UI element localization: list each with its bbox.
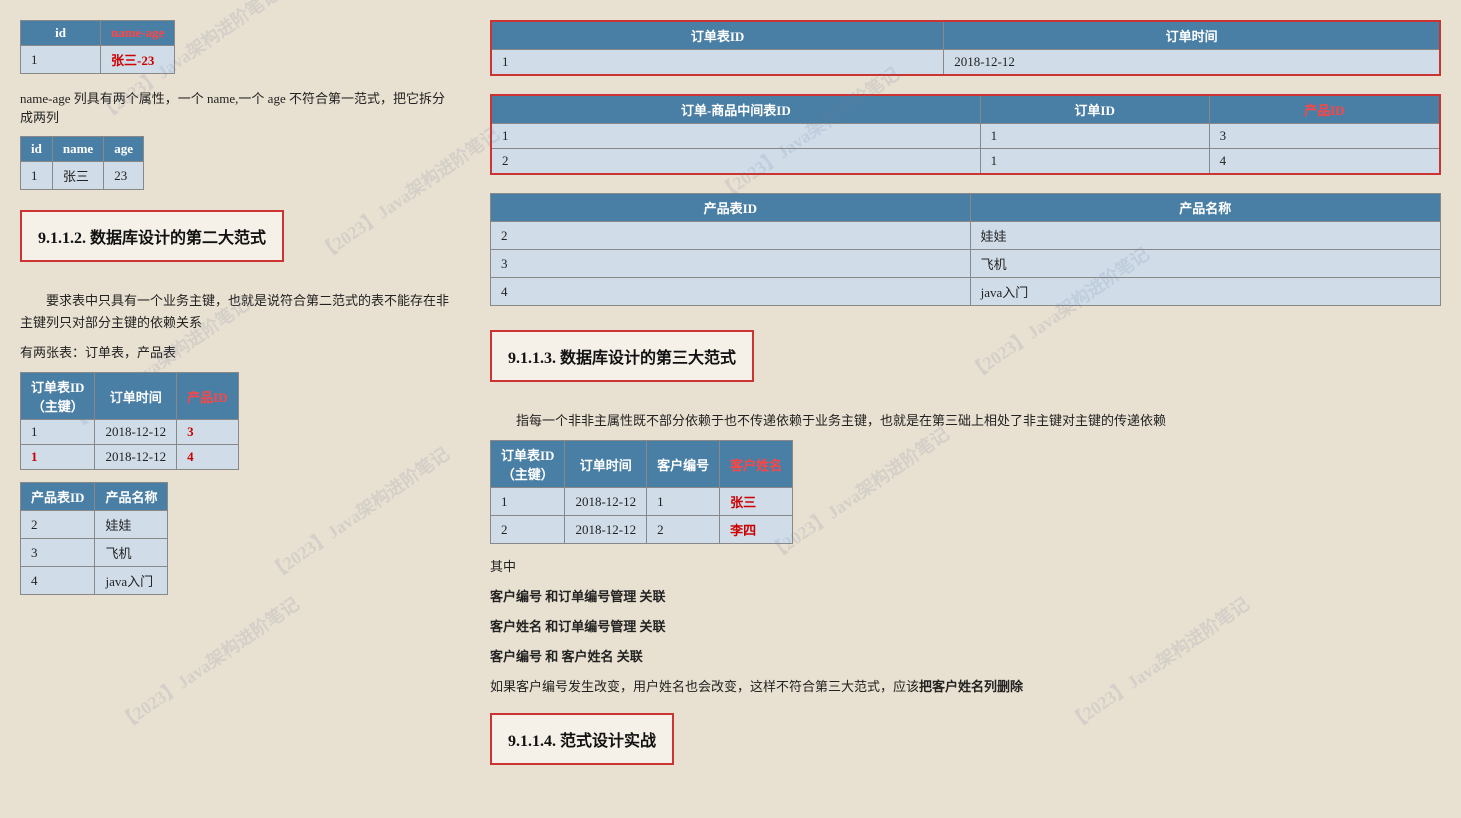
- right-mid-row1-pid: 3: [1209, 124, 1440, 149]
- section2-title: 9.1.1.2. 数据库设计的第二大范式: [38, 230, 266, 247]
- right-order-row1-time: 2018-12-12: [944, 50, 1440, 76]
- section4-title: 9.1.1.4. 范式设计实战: [508, 733, 656, 750]
- left-order-row2-id: 1: [21, 445, 95, 470]
- relations-label: 其中: [490, 556, 1441, 578]
- section4-box: 9.1.1.4. 范式设计实战: [490, 713, 1441, 779]
- left-column: id name-age 1 张三-23 name-age 列具有两个属性，一个 …: [20, 20, 450, 779]
- left-product-id-header: 产品表ID: [21, 483, 95, 511]
- tn-time-header: 订单时间: [565, 441, 647, 488]
- tn-row1-cname: 张三: [720, 488, 793, 516]
- table-cell-name-age: 张三-23: [101, 46, 175, 74]
- right-mid-pid-header: 产品ID: [1209, 95, 1440, 124]
- left-order-id-header: 订单表ID（主键）: [21, 373, 95, 420]
- cell-id2: 1: [21, 162, 53, 190]
- table-cell-id: 1: [21, 46, 101, 74]
- relation3: 客户编号 和 客户姓名 关联: [490, 646, 1441, 668]
- tn-cname-header: 客户姓名: [720, 441, 793, 488]
- right-mid-row1-oid: 1: [980, 124, 1209, 149]
- left-product-row1-name: 娃娃: [95, 511, 168, 539]
- right-mid-row2-mid: 2: [491, 149, 980, 175]
- right-product-row1-name: 娃娃: [970, 222, 1440, 250]
- section2-title-box: 9.1.1.2. 数据库设计的第二大范式: [20, 210, 284, 262]
- third-normal-table: 订单表ID（主键） 订单时间 客户编号 客户姓名 1 2018-12-12 1 …: [490, 440, 793, 544]
- left-order-row2-time: 2018-12-12: [95, 445, 177, 470]
- right-product-name-header: 产品名称: [970, 194, 1440, 222]
- section3-title: 9.1.1.3. 数据库设计的第三大范式: [508, 350, 736, 367]
- relations-container: 其中 客户编号 和订单编号管理 关联 客户姓名 和订单编号管理 关联 客户编号 …: [490, 556, 1441, 668]
- right-product-row3-name: java入门: [970, 278, 1440, 306]
- col-name-age-header: name-age: [101, 21, 175, 46]
- right-product-id-header: 产品表ID: [491, 194, 971, 222]
- section2-box: 9.1.1.2. 数据库设计的第二大范式: [20, 210, 450, 276]
- first-table: id name-age 1 张三-23: [20, 20, 175, 74]
- left-product-row3-id: 4: [21, 567, 95, 595]
- tn-row2-time: 2018-12-12: [565, 516, 647, 544]
- section4-title-box: 9.1.1.4. 范式设计实战: [490, 713, 674, 765]
- cell-age: 23: [104, 162, 144, 190]
- right-mid-row1-mid: 1: [491, 124, 980, 149]
- right-mid-oid-header: 订单ID: [980, 95, 1209, 124]
- col-name-header: name: [52, 137, 103, 162]
- col-age-header: age: [104, 137, 144, 162]
- left-product-row2-name: 飞机: [95, 539, 168, 567]
- right-order-time-header: 订单时间: [944, 21, 1440, 50]
- right-mid-id-header: 订单-商品中间表ID: [491, 95, 980, 124]
- left-order-row1-time: 2018-12-12: [95, 420, 177, 445]
- right-top-tables: 订单表ID 订单时间 1 2018-12-12 订单-商品中间表ID 订单I: [490, 20, 1441, 316]
- right-order-row1-id: 1: [491, 50, 944, 76]
- left-product-table-container: 产品表ID 产品名称 2 娃娃 3 飞机 4 java入门: [20, 482, 450, 595]
- right-product-row2-id: 3: [491, 250, 971, 278]
- left-order-row1-pid: 3: [177, 420, 238, 445]
- right-product-table: 产品表ID 产品名称 2 娃娃 3 飞机 4 java入门: [490, 193, 1441, 306]
- left-order-row1-id: 1: [21, 420, 95, 445]
- tn-row2-cno: 2: [647, 516, 720, 544]
- section2-desc2: 有两张表：订单表，产品表: [20, 342, 450, 364]
- right-mid-row2-pid: 4: [1209, 149, 1440, 175]
- tn-row1-time: 2018-12-12: [565, 488, 647, 516]
- right-product-row2-name: 飞机: [970, 250, 1440, 278]
- tn-row2-cname: 李四: [720, 516, 793, 544]
- tn-row1-cno: 1: [647, 488, 720, 516]
- relation2: 客户姓名 和订单编号管理 关联: [490, 616, 1441, 638]
- relation1: 客户编号 和订单编号管理 关联: [490, 586, 1441, 608]
- tn-id-header: 订单表ID（主键）: [491, 441, 565, 488]
- right-product-row1-id: 2: [491, 222, 971, 250]
- second-table-container: id name age 1 张三 23: [20, 136, 450, 190]
- left-product-row3-name: java入门: [95, 567, 168, 595]
- page-layout: id name-age 1 张三-23 name-age 列具有两个属性，一个 …: [20, 20, 1441, 779]
- left-order-time-header: 订单时间: [95, 373, 177, 420]
- section3-box: 9.1.1.3. 数据库设计的第三大范式: [490, 330, 1441, 396]
- first-table-container: id name-age 1 张三-23: [20, 20, 450, 74]
- right-product-row3-id: 4: [491, 278, 971, 306]
- left-product-name-header: 产品名称: [95, 483, 168, 511]
- left-order-table-container: 订单表ID（主键） 订单时间 产品ID 1 2018-12-12 3 1 201…: [20, 372, 450, 470]
- third-normal-table-container: 订单表ID（主键） 订单时间 客户编号 客户姓名 1 2018-12-12 1 …: [490, 440, 1441, 544]
- tn-row1-id: 1: [491, 488, 565, 516]
- tn-cno-header: 客户编号: [647, 441, 720, 488]
- tn-row2-id: 2: [491, 516, 565, 544]
- col-id2-header: id: [21, 137, 53, 162]
- left-order-row2-pid: 4: [177, 445, 238, 470]
- first-annotation: name-age 列具有两个属性，一个 name,一个 age 不符合第一范式，…: [20, 88, 450, 126]
- cell-name: 张三: [52, 162, 103, 190]
- section3-note: 如果客户编号发生改变，用户姓名也会改变，这样不符合第三大范式，应该把客户姓名列删…: [490, 676, 1441, 698]
- section3-desc: 指每一个非非主属性既不部分依赖于也不传递依赖于业务主键，也就是在第三础上相处了非…: [490, 410, 1441, 432]
- left-product-row1-id: 2: [21, 511, 95, 539]
- left-product-table: 产品表ID 产品名称 2 娃娃 3 飞机 4 java入门: [20, 482, 168, 595]
- section2-desc1: 要求表中只具有一个业务主键，也就是说符合第二范式的表不能存在非主键列只对部分主键…: [20, 290, 450, 334]
- col-id-header: id: [21, 21, 101, 46]
- left-order-table: 订单表ID（主键） 订单时间 产品ID 1 2018-12-12 3 1 201…: [20, 372, 239, 470]
- section3-title-box: 9.1.1.3. 数据库设计的第三大范式: [490, 330, 754, 382]
- left-order-pid-header: 产品ID: [177, 373, 238, 420]
- right-order-id-header: 订单表ID: [491, 21, 944, 50]
- left-product-row2-id: 3: [21, 539, 95, 567]
- right-order-table: 订单表ID 订单时间 1 2018-12-12: [490, 20, 1441, 76]
- right-middle-table: 订单-商品中间表ID 订单ID 产品ID 1 1 3 2 1 4: [490, 94, 1441, 175]
- right-mid-row2-oid: 1: [980, 149, 1209, 175]
- right-column: 订单表ID 订单时间 1 2018-12-12 订单-商品中间表ID 订单I: [490, 20, 1441, 779]
- second-table: id name age 1 张三 23: [20, 136, 144, 190]
